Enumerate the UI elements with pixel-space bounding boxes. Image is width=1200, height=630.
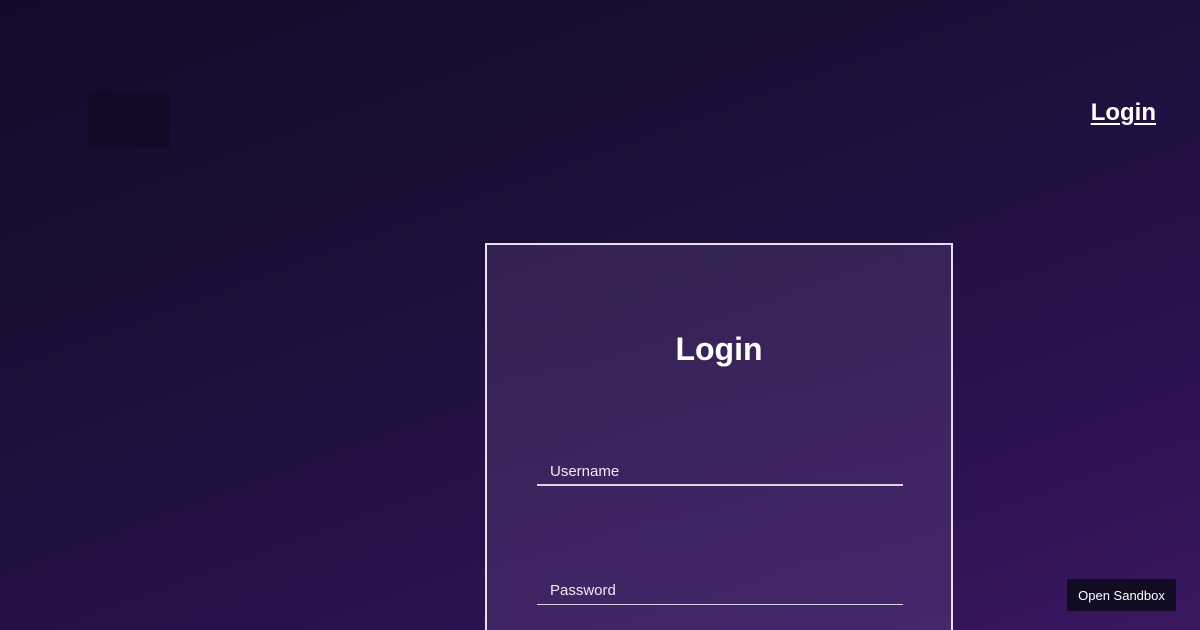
login-card: Login [485, 243, 953, 630]
login-title: Login [675, 331, 763, 367]
username-input[interactable] [537, 460, 903, 486]
logo-placeholder [88, 92, 170, 148]
open-sandbox-button[interactable]: Open Sandbox [1067, 579, 1176, 611]
header-login-link[interactable]: Login [1091, 99, 1156, 127]
password-input[interactable] [537, 579, 903, 605]
